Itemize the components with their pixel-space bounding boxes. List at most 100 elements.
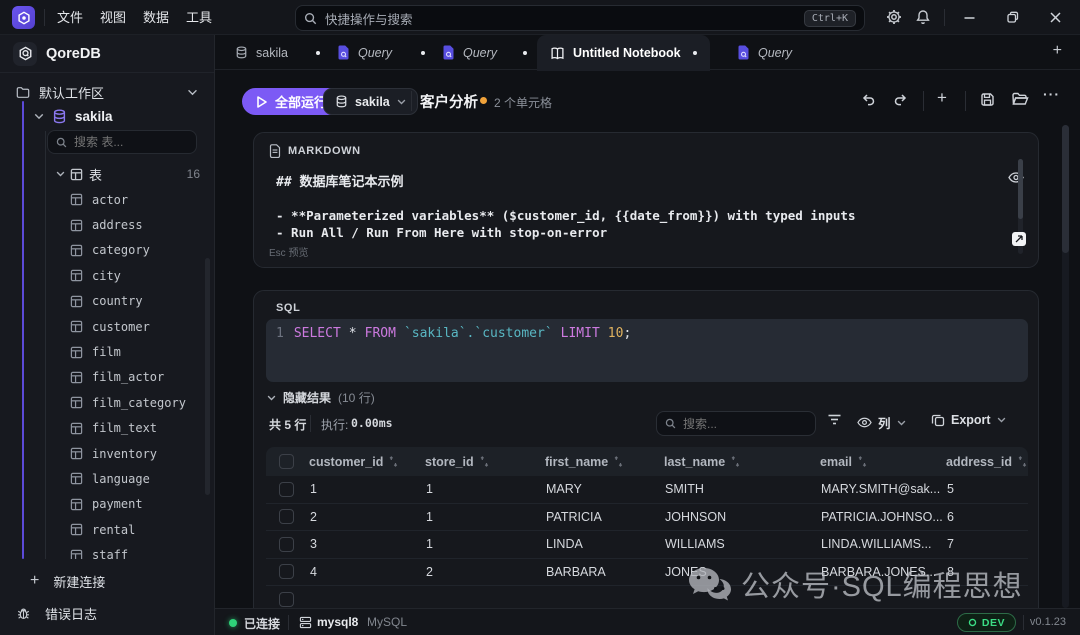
markdown-cell[interactable]: MARKDOWN ## 数据库笔记本示例 - **Parameterized v… — [253, 132, 1039, 268]
results-search-input[interactable] — [683, 417, 793, 431]
env-badge: DEV — [957, 613, 1016, 632]
tree-indent-guide — [45, 131, 46, 559]
column-header-last-name[interactable]: last_name — [658, 455, 814, 469]
tab-query-2[interactable]: Query — [442, 35, 497, 70]
sidebar-table-film-actor[interactable]: film_actor — [70, 365, 208, 390]
sidebar-table-film-text[interactable]: film_text — [70, 416, 208, 441]
markdown-bullet-1: - **Parameterized variables** ($customer… — [276, 207, 855, 224]
sidebar-table-film[interactable]: film — [70, 339, 208, 364]
table-row[interactable]: 11MARYSMITHMARY.SMITH@sak...5 — [266, 476, 1028, 504]
cell-type-label: MARKDOWN — [288, 145, 361, 157]
sidebar-table-film-category[interactable]: film_category — [70, 390, 208, 415]
error-log-button[interactable]: 错误日志 — [16, 601, 97, 625]
minimize-button[interactable] — [962, 10, 977, 25]
table-row[interactable]: 42BARBARAJONESBARBARA.JONES...8 — [266, 559, 1028, 587]
filter-button[interactable] — [827, 413, 842, 426]
tab-query-3[interactable]: Query — [737, 35, 792, 70]
results-table-header: customer_id store_id first_name last_nam… — [266, 447, 1028, 476]
table-icon — [70, 447, 83, 460]
close-button[interactable] — [1048, 10, 1063, 25]
sidebar-table-language[interactable]: language — [70, 466, 208, 491]
column-header-customer-id[interactable]: customer_id — [303, 455, 419, 469]
sidebar-table-payment[interactable]: payment — [70, 492, 208, 517]
sidebar-table-actor[interactable]: actor — [70, 187, 208, 212]
tables-list: actor address category city country cust… — [70, 187, 208, 559]
line-number: 1 — [276, 326, 284, 341]
markdown-source[interactable]: ## 数据库笔记本示例 - **Parameterized variables*… — [276, 171, 855, 241]
add-cell-button[interactable]: + — [937, 88, 947, 108]
select-all-checkbox[interactable] — [279, 454, 294, 469]
row-checkbox[interactable] — [279, 592, 294, 607]
sidebar-table-city[interactable]: city — [70, 263, 208, 288]
settings-gear-icon[interactable] — [886, 9, 902, 25]
tab-query-1[interactable]: Query — [337, 35, 392, 70]
sidebar-connection-sakila[interactable]: sakila — [34, 105, 113, 127]
column-header-store-id[interactable]: store_id — [419, 455, 539, 469]
table-row[interactable]: 31LINDAWILLIAMSLINDA.WILLIAMS...7 — [266, 531, 1028, 559]
save-icon[interactable] — [979, 91, 996, 108]
results-search-box[interactable] — [656, 411, 816, 436]
main-scrollbar[interactable] — [1062, 125, 1069, 608]
sidebar-table-address[interactable]: address — [70, 212, 208, 237]
chevron-down-icon — [397, 99, 406, 105]
sidebar-table-country[interactable]: country — [70, 289, 208, 314]
new-tab-button[interactable]: + — [1053, 42, 1062, 60]
hide-results-toggle[interactable]: 隐藏结果 (10 行) — [267, 389, 375, 406]
server-name[interactable]: mysql8 — [317, 615, 358, 629]
search-icon — [56, 137, 67, 148]
row-checkbox[interactable] — [279, 482, 294, 497]
chevron-down-icon — [34, 113, 44, 120]
redo-icon[interactable] — [892, 91, 909, 108]
columns-visibility-button[interactable]: 列 — [857, 413, 906, 432]
eye-icon — [857, 417, 872, 428]
row-checkbox[interactable] — [279, 537, 294, 552]
table-icon — [70, 549, 83, 559]
menu-data[interactable]: 数据 — [143, 0, 169, 35]
chevron-down-icon — [997, 417, 1006, 423]
sidebar-table-staff[interactable]: staff — [70, 542, 208, 559]
sql-cell[interactable]: SQL 1 SELECT * FROM `sakila`.`customer` … — [253, 290, 1039, 625]
app-version: v0.1.23 — [1030, 616, 1066, 628]
undo-icon[interactable] — [860, 91, 877, 108]
sidebar-table-customer[interactable]: customer — [70, 314, 208, 339]
tab-dirty-indicator — [693, 51, 697, 55]
menu-view[interactable]: 视图 — [100, 0, 126, 35]
markdown-cell-header: MARKDOWN — [269, 144, 361, 158]
column-header-email[interactable]: email — [814, 455, 940, 469]
connection-dropdown[interactable]: sakila — [323, 88, 418, 115]
notebook-icon — [550, 47, 565, 60]
table-search-input[interactable] — [74, 135, 174, 149]
export-button[interactable]: Export — [931, 413, 1006, 427]
sidebar-table-rental[interactable]: rental — [70, 517, 208, 542]
table-row[interactable]: 21PATRICIAJOHNSONPATRICIA.JOHNSO...6 — [266, 504, 1028, 532]
new-connection-button[interactable]: + 新建连接 — [16, 569, 105, 593]
command-palette-search[interactable]: 快捷操作与搜索 Ctrl+K — [295, 5, 865, 31]
search-placeholder: 快捷操作与搜索 — [325, 9, 804, 28]
table-icon — [70, 219, 83, 232]
more-options-icon[interactable]: ··· — [1043, 86, 1060, 102]
maximize-button[interactable] — [1005, 10, 1020, 25]
menu-file[interactable]: 文件 — [57, 0, 83, 35]
tables-group-toggle[interactable]: 表 16 — [56, 164, 200, 184]
connection-status-dot — [229, 619, 237, 627]
results-toolbar: 共 5 行 执行: 0.00ms 列 Export — [254, 409, 1038, 440]
column-header-address-id[interactable]: address_id — [940, 455, 1028, 469]
row-checkbox[interactable] — [279, 564, 294, 579]
sql-editor[interactable]: 1 SELECT * FROM `sakila`.`customer` LIMI… — [266, 319, 1028, 382]
esc-preview-hint: Esc 预览 — [269, 244, 308, 259]
resize-grip-icon[interactable] — [1012, 232, 1026, 246]
sidebar-table-inventory[interactable]: inventory — [70, 441, 208, 466]
workspace-selector[interactable]: 默认工作区 — [8, 79, 206, 105]
notifications-bell-icon[interactable] — [915, 9, 931, 25]
tab-sakila[interactable]: sakila — [235, 35, 288, 70]
tables-count-badge: 16 — [187, 167, 200, 181]
open-folder-icon[interactable] — [1011, 91, 1029, 107]
tab-untitled-notebook[interactable]: Untitled Notebook — [537, 35, 710, 71]
sidebar-table-category[interactable]: category — [70, 238, 208, 263]
sql-code-line: 1 SELECT * FROM `sakila`.`customer` LIMI… — [276, 326, 1028, 341]
column-header-first-name[interactable]: first_name — [539, 455, 658, 469]
table-search-box[interactable] — [47, 130, 197, 154]
menu-tools[interactable]: 工具 — [186, 0, 212, 35]
row-checkbox[interactable] — [279, 509, 294, 524]
sidebar-scrollbar[interactable] — [205, 258, 210, 495]
